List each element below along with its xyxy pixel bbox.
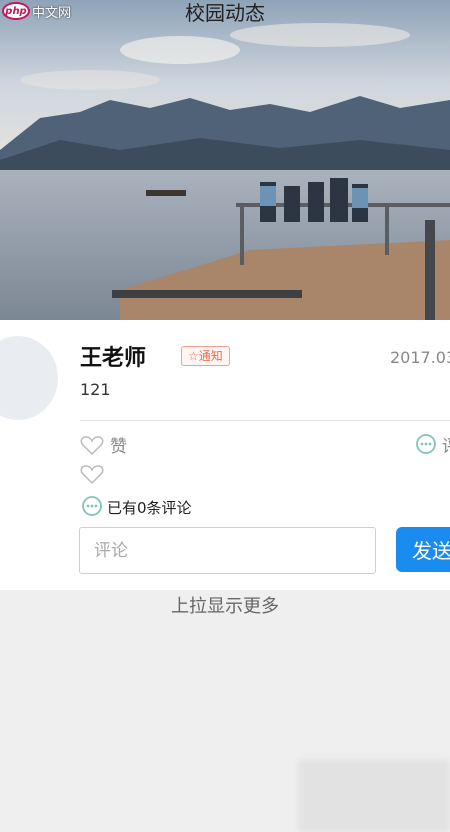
lake-pier-photo (0, 0, 450, 320)
chat-bubble-icon (416, 433, 436, 454)
like-list (80, 463, 104, 489)
notice-badge: ☆通知 (181, 346, 230, 366)
comment-count-label: 已有0条评论 (107, 498, 192, 517)
comment-button[interactable]: 评 (414, 432, 450, 457)
post-author[interactable]: 王老师 (80, 340, 146, 372)
php-logo-icon: php (2, 2, 30, 20)
hero-photo (0, 0, 450, 320)
comment-input[interactable] (79, 527, 376, 574)
blurred-watermark (298, 760, 450, 832)
comment-count: 已有0条评论 (80, 496, 192, 518)
post-card: 王老师 ☆通知 2017.03 121 赞 评 已有0条评论 发送 (0, 320, 450, 590)
post-date: 2017.03 (390, 348, 450, 367)
like-label: 赞 (110, 437, 127, 457)
post-content: 121 (80, 380, 111, 399)
like-button[interactable]: 赞 (80, 432, 127, 457)
heart-outline-icon (80, 435, 104, 455)
comment-label: 评 (442, 432, 450, 457)
chat-bubble-icon (82, 496, 102, 516)
send-button[interactable]: 发送 (396, 527, 450, 572)
load-more-hint: 上拉显示更多 (171, 596, 279, 617)
watermark-text: 中文网 (32, 5, 72, 21)
heart-outline-icon (80, 465, 104, 485)
watermark-logo: php 中文网 (0, 0, 71, 22)
divider (80, 420, 450, 421)
avatar[interactable] (0, 336, 58, 420)
